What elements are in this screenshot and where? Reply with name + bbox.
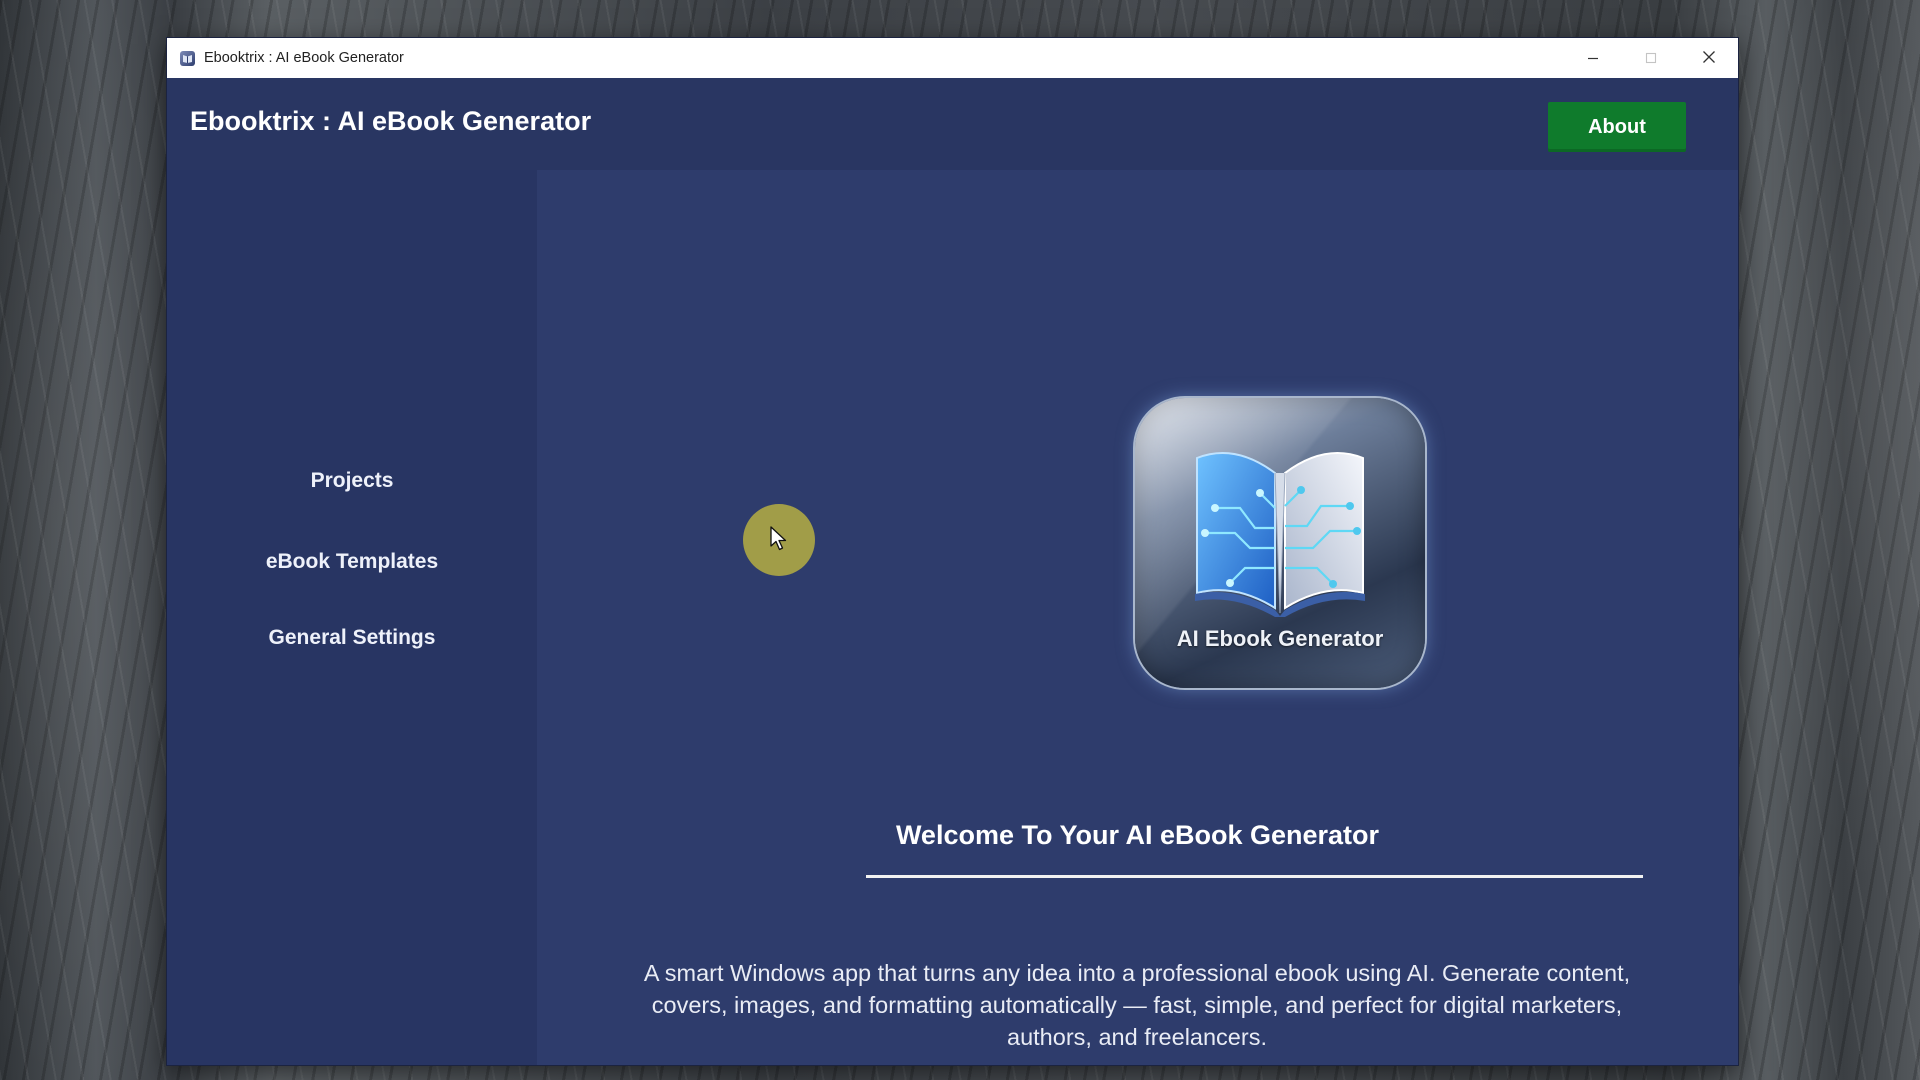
sidebar-item-general-settings[interactable]: General Settings <box>167 626 537 650</box>
app-icon <box>180 50 195 66</box>
minimize-icon <box>1587 49 1599 68</box>
mouse-pointer-icon <box>770 526 787 551</box>
sidebar: Projects eBook Templates General Setting… <box>167 170 537 1065</box>
close-icon <box>1702 49 1716 68</box>
window-title: Ebooktrix : AI eBook Generator <box>204 50 404 66</box>
main-panel: AI Ebook Generator Welcome To Your AI eB… <box>537 170 1738 1065</box>
app-window: Ebooktrix : AI eBook Generator Ebooktrix… <box>167 38 1738 1065</box>
title-divider <box>866 875 1643 878</box>
app-logo: AI Ebook Generator <box>1135 398 1425 688</box>
app-title: Ebooktrix : AI eBook Generator <box>190 106 592 136</box>
window-titlebar[interactable]: Ebooktrix : AI eBook Generator <box>167 38 1738 78</box>
about-button[interactable]: About <box>1548 102 1686 152</box>
logo-caption: AI Ebook Generator <box>1176 626 1384 651</box>
sidebar-item-projects[interactable]: Projects <box>167 469 537 493</box>
maximize-icon <box>1645 49 1657 68</box>
close-button[interactable] <box>1680 38 1738 78</box>
minimize-button[interactable] <box>1564 38 1622 78</box>
maximize-button[interactable] <box>1622 38 1680 78</box>
welcome-title: Welcome To Your AI eBook Generator <box>895 820 1380 850</box>
sidebar-item-ebook-templates[interactable]: eBook Templates <box>167 550 537 574</box>
window-controls <box>1564 38 1738 78</box>
app-description: A smart Windows app that turns any idea … <box>643 960 1631 1050</box>
